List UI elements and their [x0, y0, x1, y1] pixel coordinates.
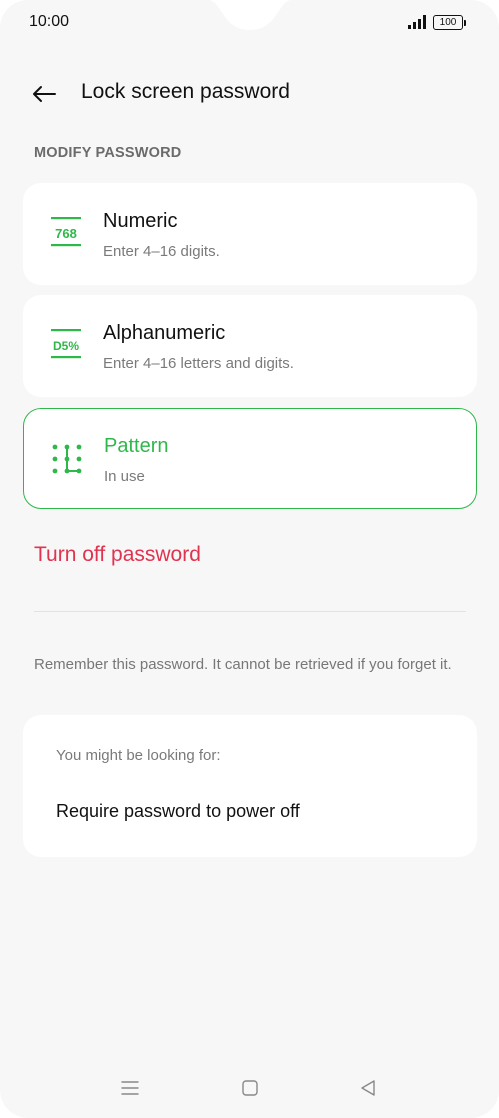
option-subtitle: Enter 4–16 letters and digits.: [103, 355, 294, 372]
option-subtitle: Enter 4–16 digits.: [103, 243, 220, 260]
home-square-icon: [242, 1080, 258, 1096]
battery-icon: 100: [433, 14, 466, 30]
numeric-icon: 768: [51, 217, 81, 247]
suggestions-label: You might be looking for:: [56, 747, 221, 764]
option-alphanumeric[interactable]: D5% Alphanumeric Enter 4–16 letters and …: [23, 295, 477, 397]
signal-icon: [408, 15, 426, 29]
page-title: Lock screen password: [81, 80, 290, 103]
recent-apps-button[interactable]: [112, 1070, 148, 1106]
section-label: MODIFY PASSWORD: [34, 145, 182, 161]
phone-screen: 10:00 100 Lock screen password MODIFY PA…: [0, 0, 499, 1118]
option-title: Numeric: [103, 210, 178, 232]
alphanumeric-icon: D5%: [51, 329, 81, 359]
numeric-icon-text: 768: [55, 226, 77, 241]
menu-icon: [121, 1081, 139, 1095]
status-icons: 100: [407, 13, 466, 31]
status-time: 10:00: [29, 13, 70, 30]
option-numeric[interactable]: 768 Numeric Enter 4–16 digits.: [23, 183, 477, 285]
suggestion-power-off[interactable]: Require password to power off: [56, 801, 300, 822]
option-title: Alphanumeric: [103, 322, 226, 344]
system-back-button[interactable]: [350, 1070, 386, 1106]
option-title: Pattern: [104, 435, 169, 457]
option-pattern[interactable]: Pattern In use: [23, 408, 477, 509]
divider: [34, 611, 466, 612]
back-button[interactable]: [26, 78, 62, 110]
suggestions-card: You might be looking for: Require passwo…: [23, 715, 477, 857]
arrow-left-icon: [33, 86, 56, 102]
password-note: Remember this password. It cannot be ret…: [34, 656, 452, 673]
turn-off-password-button[interactable]: Turn off password: [34, 543, 201, 567]
back-triangle-icon: [361, 1080, 375, 1096]
navigation-bar: [0, 1070, 499, 1106]
home-button[interactable]: [232, 1070, 268, 1106]
alphanumeric-icon-text: D5%: [53, 339, 79, 353]
option-subtitle: In use: [104, 468, 145, 485]
pattern-icon: [52, 444, 82, 474]
